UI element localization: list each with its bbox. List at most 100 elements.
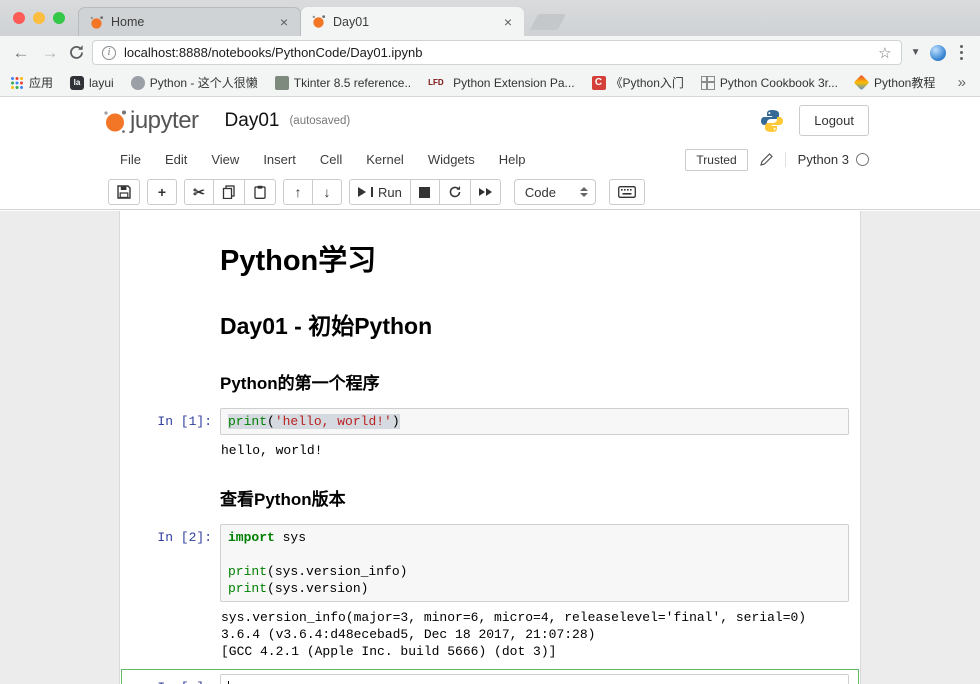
tab-close-icon[interactable]: × (502, 15, 514, 29)
section-title: Day01 - 初始Python (220, 307, 849, 341)
tkinter-favicon (275, 76, 289, 90)
restart-run-all-button[interactable] (470, 179, 501, 205)
move-cell-up-button[interactable]: ↑ (283, 179, 313, 205)
menu-edit[interactable]: Edit (153, 146, 199, 173)
cell-type-select[interactable]: Code (514, 179, 596, 205)
output-prompt (122, 602, 212, 608)
code-cell-3-editing[interactable]: In [ ]: (121, 669, 859, 684)
tab-close-icon[interactable]: × (278, 15, 290, 29)
new-tab-button[interactable] (530, 14, 567, 30)
move-cell-down-button[interactable]: ↓ (312, 179, 342, 205)
back-icon[interactable]: ← (10, 43, 32, 63)
menu-help[interactable]: Help (487, 146, 538, 173)
bookmark-python-cookbook[interactable]: Python Cookbook 3r... (701, 76, 838, 90)
page-info-icon[interactable]: i (102, 46, 116, 60)
jupyter-wordmark: jupyter (130, 107, 199, 135)
markdown-cell-h3b[interactable]: 查看Python版本 (121, 468, 859, 519)
code-cell-1[interactable]: In [1]: print('hello, world!') hello, wo… (121, 403, 859, 468)
jupyter-menu-bar: File Edit View Insert Cell Kernel Widget… (0, 144, 980, 175)
window-controls (13, 12, 65, 24)
checkpoint-pencil-icon (760, 153, 773, 166)
lfd-favicon: LFD (428, 76, 448, 90)
c-site-favicon: C (592, 76, 606, 90)
trusted-badge[interactable]: Trusted (685, 149, 747, 171)
insert-cell-button[interactable]: + (147, 179, 177, 205)
menu-cell[interactable]: Cell (308, 146, 354, 173)
bookmark-python-extension[interactable]: LFD Python Extension Pa... (428, 76, 574, 90)
cut-icon: ✂ (193, 185, 205, 199)
browser-menu-icon[interactable] (953, 45, 971, 61)
notebook-scroll-area[interactable]: Python学习 Day01 - 初始Python Python的第一个程序 I… (0, 211, 980, 684)
tab-title: Day01 (333, 15, 495, 29)
copy-cell-button[interactable] (213, 179, 245, 205)
bookmarks-bar: 应用 la layui Python - 这个人很懒 Tkinter 8.5 r… (0, 69, 980, 97)
run-cell-button[interactable]: Run (349, 179, 411, 205)
save-button[interactable] (108, 179, 140, 205)
zoom-window-button[interactable] (53, 12, 65, 24)
kernel-name: Python 3 (798, 152, 849, 167)
notebook-title[interactable]: Day01 (225, 110, 280, 132)
bookmark-python-tutorial[interactable]: Python教程 (855, 74, 935, 91)
markdown-cell-h3a[interactable]: Python的第一个程序 (121, 352, 859, 403)
close-window-button[interactable] (13, 12, 25, 24)
layui-favicon: la (70, 76, 84, 90)
markdown-cell-h1[interactable]: Python学习 (121, 224, 859, 290)
jupyter-logo[interactable]: jupyter (102, 107, 199, 135)
menu-kernel[interactable]: Kernel (354, 146, 416, 173)
tab-home[interactable]: Home × (78, 7, 301, 36)
menu-insert[interactable]: Insert (251, 146, 308, 173)
restart-icon (448, 185, 462, 199)
menu-file[interactable]: File (108, 146, 153, 173)
jupyter-favicon (311, 14, 326, 29)
code-cell-2[interactable]: In [2]: import sys print(sys.version_inf… (121, 519, 859, 669)
input-prompt: In [ ]: (122, 674, 212, 684)
cell-output: sys.version_info(major=3, minor=6, micro… (220, 602, 849, 664)
code-editor[interactable] (220, 674, 849, 684)
code-editor[interactable]: import sys print(sys.version_info) print… (220, 524, 849, 602)
minimize-window-button[interactable] (33, 12, 45, 24)
bookmark-python-intro[interactable]: C 《Python入门 (592, 74, 684, 91)
code-editor[interactable]: print('hello, world!') (220, 408, 849, 435)
menu-widgets[interactable]: Widgets (416, 146, 487, 173)
menu-view[interactable]: View (199, 146, 251, 173)
text-cursor (228, 681, 229, 684)
jupyter-toolbar: + ✂ ↑ ↓ Run Code (0, 175, 980, 210)
subsection-title: Python的第一个程序 (220, 369, 849, 394)
reload-icon[interactable] (68, 44, 85, 61)
keyboard-icon (618, 186, 636, 198)
logout-button[interactable]: Logout (799, 105, 869, 136)
cut-cell-button[interactable]: ✂ (184, 179, 214, 205)
bookmark-apps[interactable]: 应用 (10, 74, 53, 91)
python-logo-icon (759, 108, 785, 134)
jupyter-planet-icon (102, 108, 128, 134)
command-palette-button[interactable] (609, 179, 645, 205)
copy-icon (222, 185, 236, 199)
run-icon (358, 187, 366, 197)
select-arrows-icon (580, 187, 588, 197)
bookmark-star-icon[interactable]: ☆ (878, 44, 891, 62)
tab-day01[interactable]: Day01 × (301, 7, 524, 36)
browser-nav-bar: ← → i localhost:8888/notebooks/PythonCod… (0, 36, 980, 69)
cell-output: hello, world! (220, 435, 849, 463)
save-icon (117, 185, 131, 199)
markdown-cell-h2[interactable]: Day01 - 初始Python (121, 290, 859, 352)
paste-cell-button[interactable] (244, 179, 276, 205)
bookmark-tkinter[interactable]: Tkinter 8.5 reference.. (275, 76, 411, 90)
arrow-down-icon: ↓ (324, 185, 331, 199)
input-prompt: In [2]: (122, 524, 212, 545)
page-title: Python学习 (220, 237, 849, 279)
address-bar[interactable]: i localhost:8888/notebooks/PythonCode/Da… (92, 40, 902, 65)
python-gray-favicon (131, 76, 145, 90)
tab-title: Home (111, 15, 271, 29)
downloads-icon[interactable]: ▼ (909, 47, 923, 58)
bookmarks-overflow-icon[interactable]: » (958, 74, 970, 91)
paste-icon (253, 185, 267, 199)
forward-icon[interactable]: → (39, 43, 61, 63)
bookmark-layui[interactable]: la layui (70, 76, 114, 90)
interrupt-kernel-button[interactable] (410, 179, 440, 205)
restart-kernel-button[interactable] (439, 179, 471, 205)
url-text[interactable]: localhost:8888/notebooks/PythonCode/Day0… (124, 45, 870, 60)
bookmark-python-blog[interactable]: Python - 这个人很懒 (131, 74, 258, 91)
extension-globe-icon[interactable] (930, 45, 946, 61)
cell-type-value: Code (525, 185, 556, 200)
